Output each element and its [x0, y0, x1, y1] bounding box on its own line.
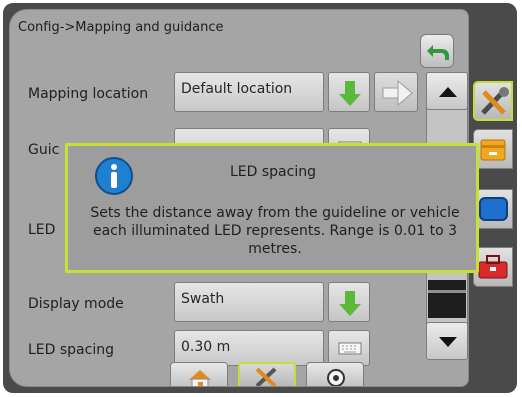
home-tab[interactable] [170, 362, 228, 386]
gps-tab[interactable] [306, 362, 364, 386]
info-icon [95, 157, 133, 195]
next-arrow-button[interactable] [374, 72, 418, 112]
right-arrow-icon [382, 79, 413, 107]
mapping-location-dropdown-button[interactable] [328, 72, 370, 112]
display-mode-dropdown-button[interactable] [328, 282, 370, 322]
mapping-location-label: Mapping location [28, 86, 149, 102]
led-spacing-label: LED spacing [28, 342, 114, 358]
down-triangle-icon [439, 337, 457, 347]
scroll-down-button[interactable] [426, 322, 468, 360]
green-down-arrow-icon [339, 291, 361, 316]
led-spacing-keypad-button[interactable] [328, 330, 370, 366]
side-tab-display[interactable] [473, 189, 513, 229]
bottom-nav [170, 362, 370, 386]
display-icon [479, 197, 508, 221]
popup-body: Sets the distance away from the guidelin… [90, 205, 460, 257]
page-title: Config->Mapping and guidance [18, 20, 224, 35]
back-arrow-icon [427, 45, 449, 60]
popup-title: LED spacing [230, 164, 316, 180]
led-label: LED [28, 222, 56, 238]
guidance-label: Guic [28, 142, 60, 158]
back-button[interactable] [420, 34, 454, 68]
gps-icon [327, 369, 345, 386]
info-popup[interactable]: LED spacing Sets the distance away from … [65, 143, 479, 273]
side-tab-toolbox[interactable] [473, 247, 513, 287]
tools-tab[interactable] [238, 362, 296, 386]
up-triangle-icon [439, 87, 457, 97]
home-icon [189, 370, 211, 386]
green-down-arrow-icon [339, 81, 361, 106]
led-spacing-field[interactable]: 0.30 m [174, 330, 324, 366]
scrollbar-thumb-grip [428, 290, 466, 293]
folder-icon [480, 139, 506, 161]
wrench-screwdriver-icon [481, 87, 509, 115]
scroll-up-button[interactable] [426, 72, 468, 110]
side-tab-files[interactable] [473, 129, 513, 169]
scrollbar-thumb[interactable] [428, 280, 466, 318]
side-tab-tools[interactable] [473, 81, 513, 121]
display-mode-label: Display mode [28, 296, 124, 312]
mapping-location-field[interactable]: Default location [174, 72, 324, 112]
tools-icon [255, 367, 277, 386]
device-frame: Config->Mapping and guidance Mapping loc… [3, 3, 517, 393]
display-mode-field[interactable]: Swath [174, 282, 324, 322]
toolbox-icon [478, 255, 508, 279]
